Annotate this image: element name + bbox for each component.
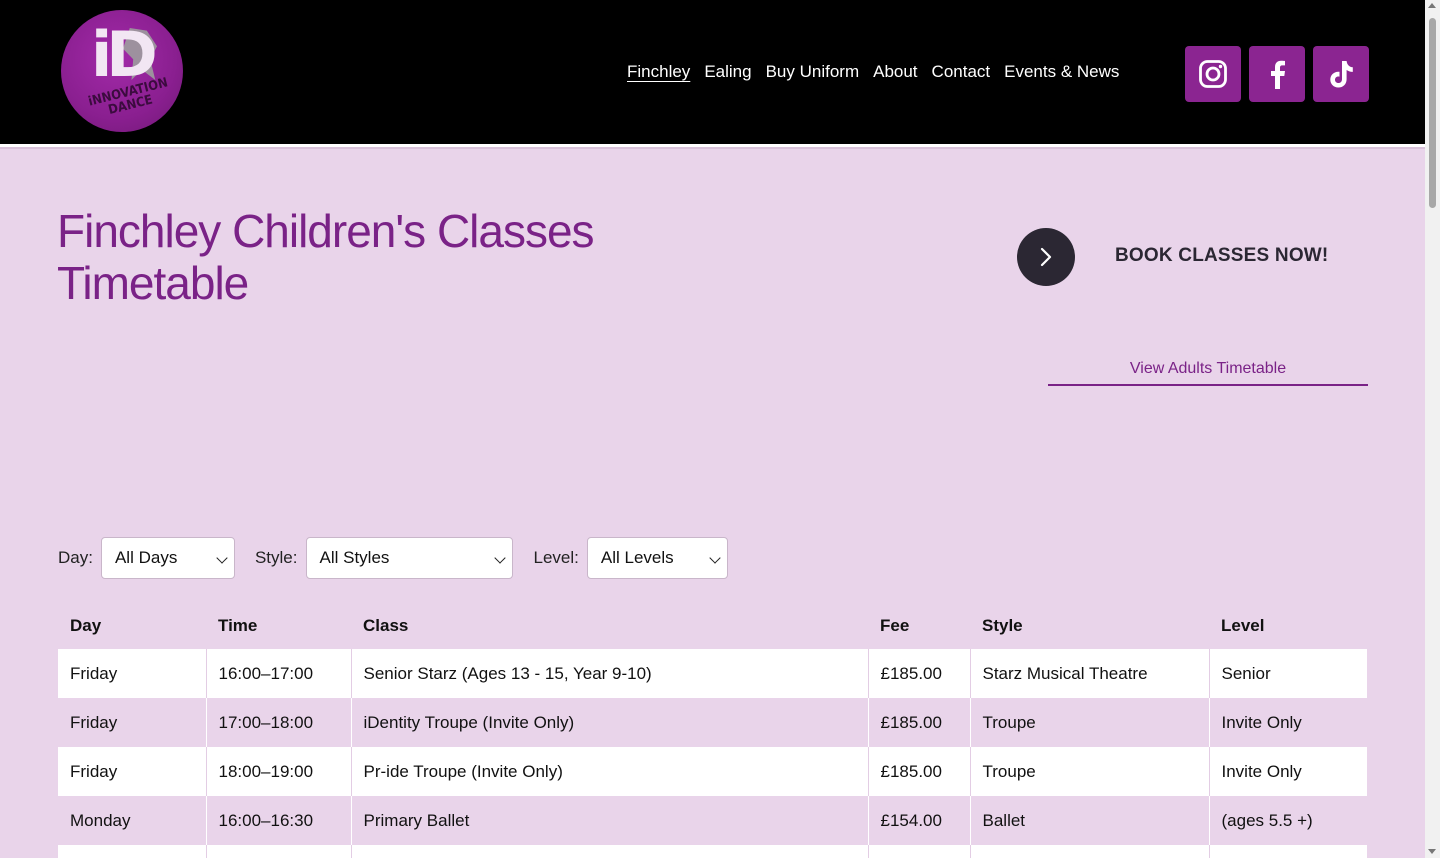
column-header-style[interactable]: Style (970, 603, 1209, 649)
view-adults-timetable-link[interactable]: View Adults Timetable (1048, 360, 1368, 386)
cell-time: 17:00–18:00 (206, 698, 352, 747)
level-filter-select[interactable]: All Levels (586, 537, 728, 579)
cell-style: Troupe (970, 698, 1210, 747)
column-header-fee[interactable]: Fee (868, 603, 970, 649)
scroll-down-arrow-icon[interactable] (1428, 849, 1436, 854)
cell-class: Primary Ballet (351, 796, 869, 845)
table-header-row: Day Time Class Fee Style Level (58, 603, 1367, 649)
day-filter-select[interactable]: All Days (100, 537, 235, 579)
style-filter-label: Style: (254, 548, 298, 567)
scroll-up-arrow-icon[interactable] (1428, 3, 1436, 8)
cell-fee: £154.00 (868, 796, 971, 845)
nav-item-buy-uniform[interactable]: Buy Uniform (766, 62, 860, 86)
main-nav: Finchley Ealing Buy Uniform About Contac… (627, 62, 1119, 86)
cell-fee: £185.00 (868, 747, 971, 796)
column-header-level[interactable]: Level (1209, 603, 1367, 649)
day-filter-label: Day: (58, 548, 93, 567)
cell-day: Friday (58, 747, 207, 796)
scrollbar-thumb[interactable] (1429, 18, 1436, 208)
nav-item-events-news[interactable]: Events & News (1004, 62, 1119, 86)
timetable-table: Day Time Class Fee Style Level Friday 16… (58, 603, 1367, 858)
timetable-filters: Day: All Days Style: All Styles Level: A… (58, 537, 728, 579)
tiktok-button[interactable] (1313, 46, 1369, 102)
cell-style: Starz Musical Theatre (970, 649, 1210, 698)
cell-fee: £185.00 (868, 698, 971, 747)
style-filter-value: All Styles (319, 548, 390, 567)
cell-style: Ballet (970, 796, 1210, 845)
table-row: Friday 17:00–18:00 iDentity Troupe (Invi… (58, 698, 1367, 747)
site-header: iD iNNOVATION DANCE Finchley Ealing Buy … (0, 0, 1425, 144)
site-logo[interactable]: iD iNNOVATION DANCE (61, 10, 183, 132)
social-links (1185, 46, 1369, 102)
column-header-time[interactable]: Time (206, 603, 351, 649)
book-classes-label[interactable]: BOOK CLASSES NOW! (1115, 245, 1328, 267)
style-filter-select[interactable]: All Styles (305, 537, 513, 579)
cell-level: Senior (1209, 649, 1367, 698)
cell-level (1209, 845, 1367, 858)
nav-item-finchley[interactable]: Finchley (627, 62, 690, 86)
book-classes-button[interactable] (1017, 228, 1075, 286)
facebook-icon (1271, 60, 1285, 89)
cell-time: 16:00–17:00 (206, 649, 352, 698)
cell-level: Invite Only (1209, 747, 1367, 796)
table-row: Monday 16:00–16:30 Primary Ballet £154.0… (58, 796, 1367, 845)
cell-class: Pr-ide Troupe (Invite Only) (351, 747, 869, 796)
tiktok-icon (1330, 61, 1353, 88)
header-divider-shadow (0, 147, 1425, 149)
nav-item-contact[interactable]: Contact (932, 62, 991, 86)
cell-level: Invite Only (1209, 698, 1367, 747)
table-row: Friday 18:00–19:00 Pr-ide Troupe (Invite… (58, 747, 1367, 796)
cell-time: 18:00–19:00 (206, 747, 352, 796)
nav-item-about[interactable]: About (873, 62, 917, 86)
cell-style (970, 845, 1210, 858)
cell-day: Friday (58, 649, 207, 698)
cell-day: Friday (58, 698, 207, 747)
cell-class: Senior Starz (Ages 13 - 15, Year 9-10) (351, 649, 869, 698)
page-title: Finchley Children's Classes Timetable (57, 205, 595, 309)
facebook-button[interactable] (1249, 46, 1305, 102)
chevron-right-icon (1040, 247, 1052, 267)
cell-time: 16:00–16:30 (206, 796, 352, 845)
cell-day (58, 845, 207, 858)
cell-level: (ages 5.5 +) (1209, 796, 1367, 845)
cell-fee: £185.00 (868, 649, 971, 698)
instagram-button[interactable] (1185, 46, 1241, 102)
cell-class: iDentity Troupe (Invite Only) (351, 698, 869, 747)
page-scrollbar[interactable] (1425, 0, 1440, 858)
level-filter-label: Level: (533, 548, 579, 567)
chevron-down-icon (216, 552, 228, 564)
table-row (58, 845, 1367, 858)
level-filter-value: All Levels (600, 548, 674, 567)
chevron-down-icon (493, 552, 506, 564)
chevron-down-icon (709, 552, 721, 564)
cell-day: Monday (58, 796, 207, 845)
cell-time (206, 845, 352, 858)
table-row: Friday 16:00–17:00 Senior Starz (Ages 13… (58, 649, 1367, 698)
logo-letters: iD (91, 18, 158, 91)
cell-style: Troupe (970, 747, 1210, 796)
day-filter-value: All Days (114, 548, 178, 567)
instagram-icon (1199, 60, 1227, 88)
cell-fee (868, 845, 971, 858)
cell-class (351, 845, 869, 858)
column-header-day[interactable]: Day (58, 603, 206, 649)
nav-item-ealing[interactable]: Ealing (704, 62, 751, 86)
column-header-class[interactable]: Class (351, 603, 868, 649)
